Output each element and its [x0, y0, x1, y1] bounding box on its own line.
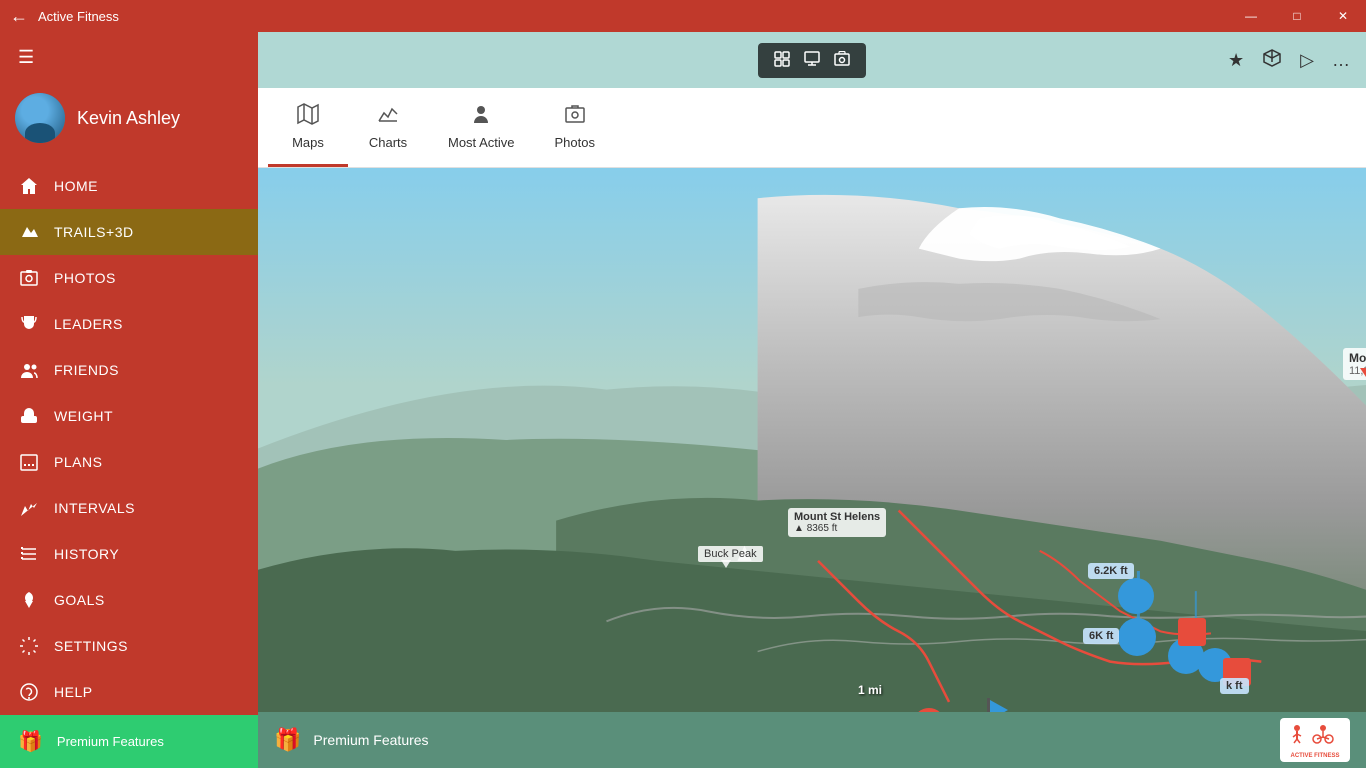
- elevation-label-3: k ft: [1220, 678, 1249, 694]
- help-icon: [18, 681, 40, 703]
- user-name: Kevin Ashley: [77, 108, 180, 129]
- sidebar-item-trails3d-label: TRAILS+3D: [54, 224, 134, 240]
- trophy-icon: [18, 313, 40, 335]
- more-button[interactable]: …: [1332, 50, 1350, 71]
- home-icon: [18, 175, 40, 197]
- app-title: Active Fitness: [38, 9, 119, 24]
- tab-maps[interactable]: Maps: [268, 88, 348, 167]
- tool-view-button[interactable]: [798, 49, 826, 72]
- maximize-button[interactable]: □: [1274, 0, 1320, 32]
- title-bar: ← Active Fitness — □ ✕: [0, 0, 1366, 32]
- buck-peak-arrow: [721, 560, 731, 568]
- history-icon: [18, 543, 40, 565]
- minimize-button[interactable]: —: [1228, 0, 1274, 32]
- premium-section-sidebar[interactable]: 🎁 Premium Features: [0, 715, 258, 768]
- premium-text-bottom: Premium Features: [313, 732, 428, 748]
- share-button[interactable]: ▷: [1300, 50, 1314, 71]
- map-area[interactable]: 1 mi 1 mi 1 mi 1 mi 1 mi 6.2K ft 6K ft k…: [258, 168, 1366, 712]
- sidebar-item-plans-label: PLANS: [54, 454, 102, 470]
- sidebar-item-home-label: Home: [54, 178, 98, 194]
- weight-icon: [18, 405, 40, 427]
- gift-icon-bottom: 🎁: [274, 727, 301, 753]
- tab-maps-label: Maps: [292, 135, 324, 150]
- tab-charts[interactable]: Charts: [348, 88, 428, 167]
- photos-tab-icon: [564, 103, 586, 131]
- tool-photo-button[interactable]: [828, 49, 856, 72]
- settings-icon: [18, 635, 40, 657]
- sidebar-item-weight[interactable]: WEIGHT: [0, 393, 258, 439]
- plans-icon: [18, 451, 40, 473]
- marker-blue-2[interactable]: [1118, 618, 1156, 656]
- sidebar-item-intervals-label: INTERVALS: [54, 500, 135, 516]
- sidebar-item-goals[interactable]: GOALS: [0, 577, 258, 623]
- maps-tab-icon: [297, 103, 319, 131]
- tool-group: [758, 43, 866, 78]
- back-button[interactable]: ←: [10, 6, 28, 27]
- main-layout: ☰ Kevin Ashley Home: [0, 32, 1366, 768]
- sidebar-item-settings-label: SETTINGS: [54, 638, 128, 654]
- topbar: ★ ▷ …: [258, 32, 1366, 88]
- sidebar-item-settings[interactable]: SETTINGS: [0, 623, 258, 669]
- tab-charts-label: Charts: [369, 135, 407, 150]
- premium-label-sidebar: Premium Features: [57, 734, 164, 749]
- sidebar-item-photos[interactable]: PHOTOS: [0, 255, 258, 301]
- sidebar-item-history-label: HISTORY: [54, 546, 119, 562]
- marker-blue-1[interactable]: [1118, 578, 1154, 614]
- sidebar-item-weight-label: WEIGHT: [54, 408, 113, 424]
- hamburger-button[interactable]: ☰: [0, 32, 258, 83]
- sidebar-item-home[interactable]: Home: [0, 163, 258, 209]
- tab-most-active-label: Most Active: [448, 135, 514, 150]
- most-active-tab-icon: [470, 103, 492, 131]
- sidebar-item-trails3d[interactable]: TRAILS+3D: [0, 209, 258, 255]
- sidebar-item-friends-label: FRIENDS: [54, 362, 119, 378]
- active-fitness-logo: ACTIVE FITNESS: [1280, 718, 1350, 762]
- sidebar-item-history[interactable]: HISTORY: [0, 531, 258, 577]
- mount-st-helens-label: Mount St Helens ▲ 8365 ft: [788, 508, 886, 537]
- close-button[interactable]: ✕: [1320, 0, 1366, 32]
- elevation-label-2: 6K ft: [1083, 628, 1119, 644]
- star-button[interactable]: ★: [1228, 50, 1244, 71]
- sidebar-item-plans[interactable]: PLANS: [0, 439, 258, 485]
- premium-left: 🎁 Premium Features: [274, 727, 429, 753]
- distance-label-1: 1 mi: [858, 683, 882, 697]
- elevation-label-1: 6.2K ft: [1088, 563, 1134, 579]
- avatar: [15, 93, 65, 143]
- content-area: ★ ▷ … Maps: [258, 32, 1366, 768]
- gift-icon-sidebar: 🎁: [18, 729, 43, 754]
- bottombar: 🎁 Premium Features: [258, 712, 1366, 768]
- tabbar: Maps Charts Most Active: [258, 88, 1366, 168]
- photos-icon: [18, 267, 40, 289]
- sidebar-item-goals-label: GOALS: [54, 592, 105, 608]
- trails-icon: [18, 221, 40, 243]
- tab-most-active[interactable]: Most Active: [428, 88, 534, 167]
- cube-button[interactable]: [1262, 48, 1282, 73]
- sidebar-item-photos-label: PHOTOS: [54, 270, 116, 286]
- friends-icon: [18, 359, 40, 381]
- sidebar: ☰ Kevin Ashley Home: [0, 32, 258, 768]
- nav-items: Home TRAILS+3D PHOTOS: [0, 163, 258, 715]
- goals-icon: [18, 589, 40, 611]
- tool-select-button[interactable]: [768, 49, 796, 72]
- right-actions: ★ ▷ …: [1228, 48, 1350, 73]
- user-section: Kevin Ashley: [0, 83, 258, 163]
- charts-tab-icon: [377, 103, 399, 131]
- sidebar-item-help[interactable]: HELP: [0, 669, 258, 715]
- intervals-icon: [18, 497, 40, 519]
- mount-hood-arrow: [1360, 368, 1366, 380]
- sidebar-item-friends[interactable]: FRIENDS: [0, 347, 258, 393]
- sidebar-item-leaders[interactable]: LEADERS: [0, 301, 258, 347]
- tab-photos-label: Photos: [554, 135, 594, 150]
- sidebar-item-intervals[interactable]: INTERVALS: [0, 485, 258, 531]
- flag-marker[interactable]: [973, 698, 1008, 712]
- marker-red-square-1[interactable]: [1178, 618, 1206, 646]
- svg-text:ACTIVE FITNESS: ACTIVE FITNESS: [1290, 753, 1339, 759]
- tab-photos[interactable]: Photos: [534, 88, 614, 167]
- sidebar-item-leaders-label: LEADERS: [54, 316, 123, 332]
- sidebar-item-help-label: HELP: [54, 684, 93, 700]
